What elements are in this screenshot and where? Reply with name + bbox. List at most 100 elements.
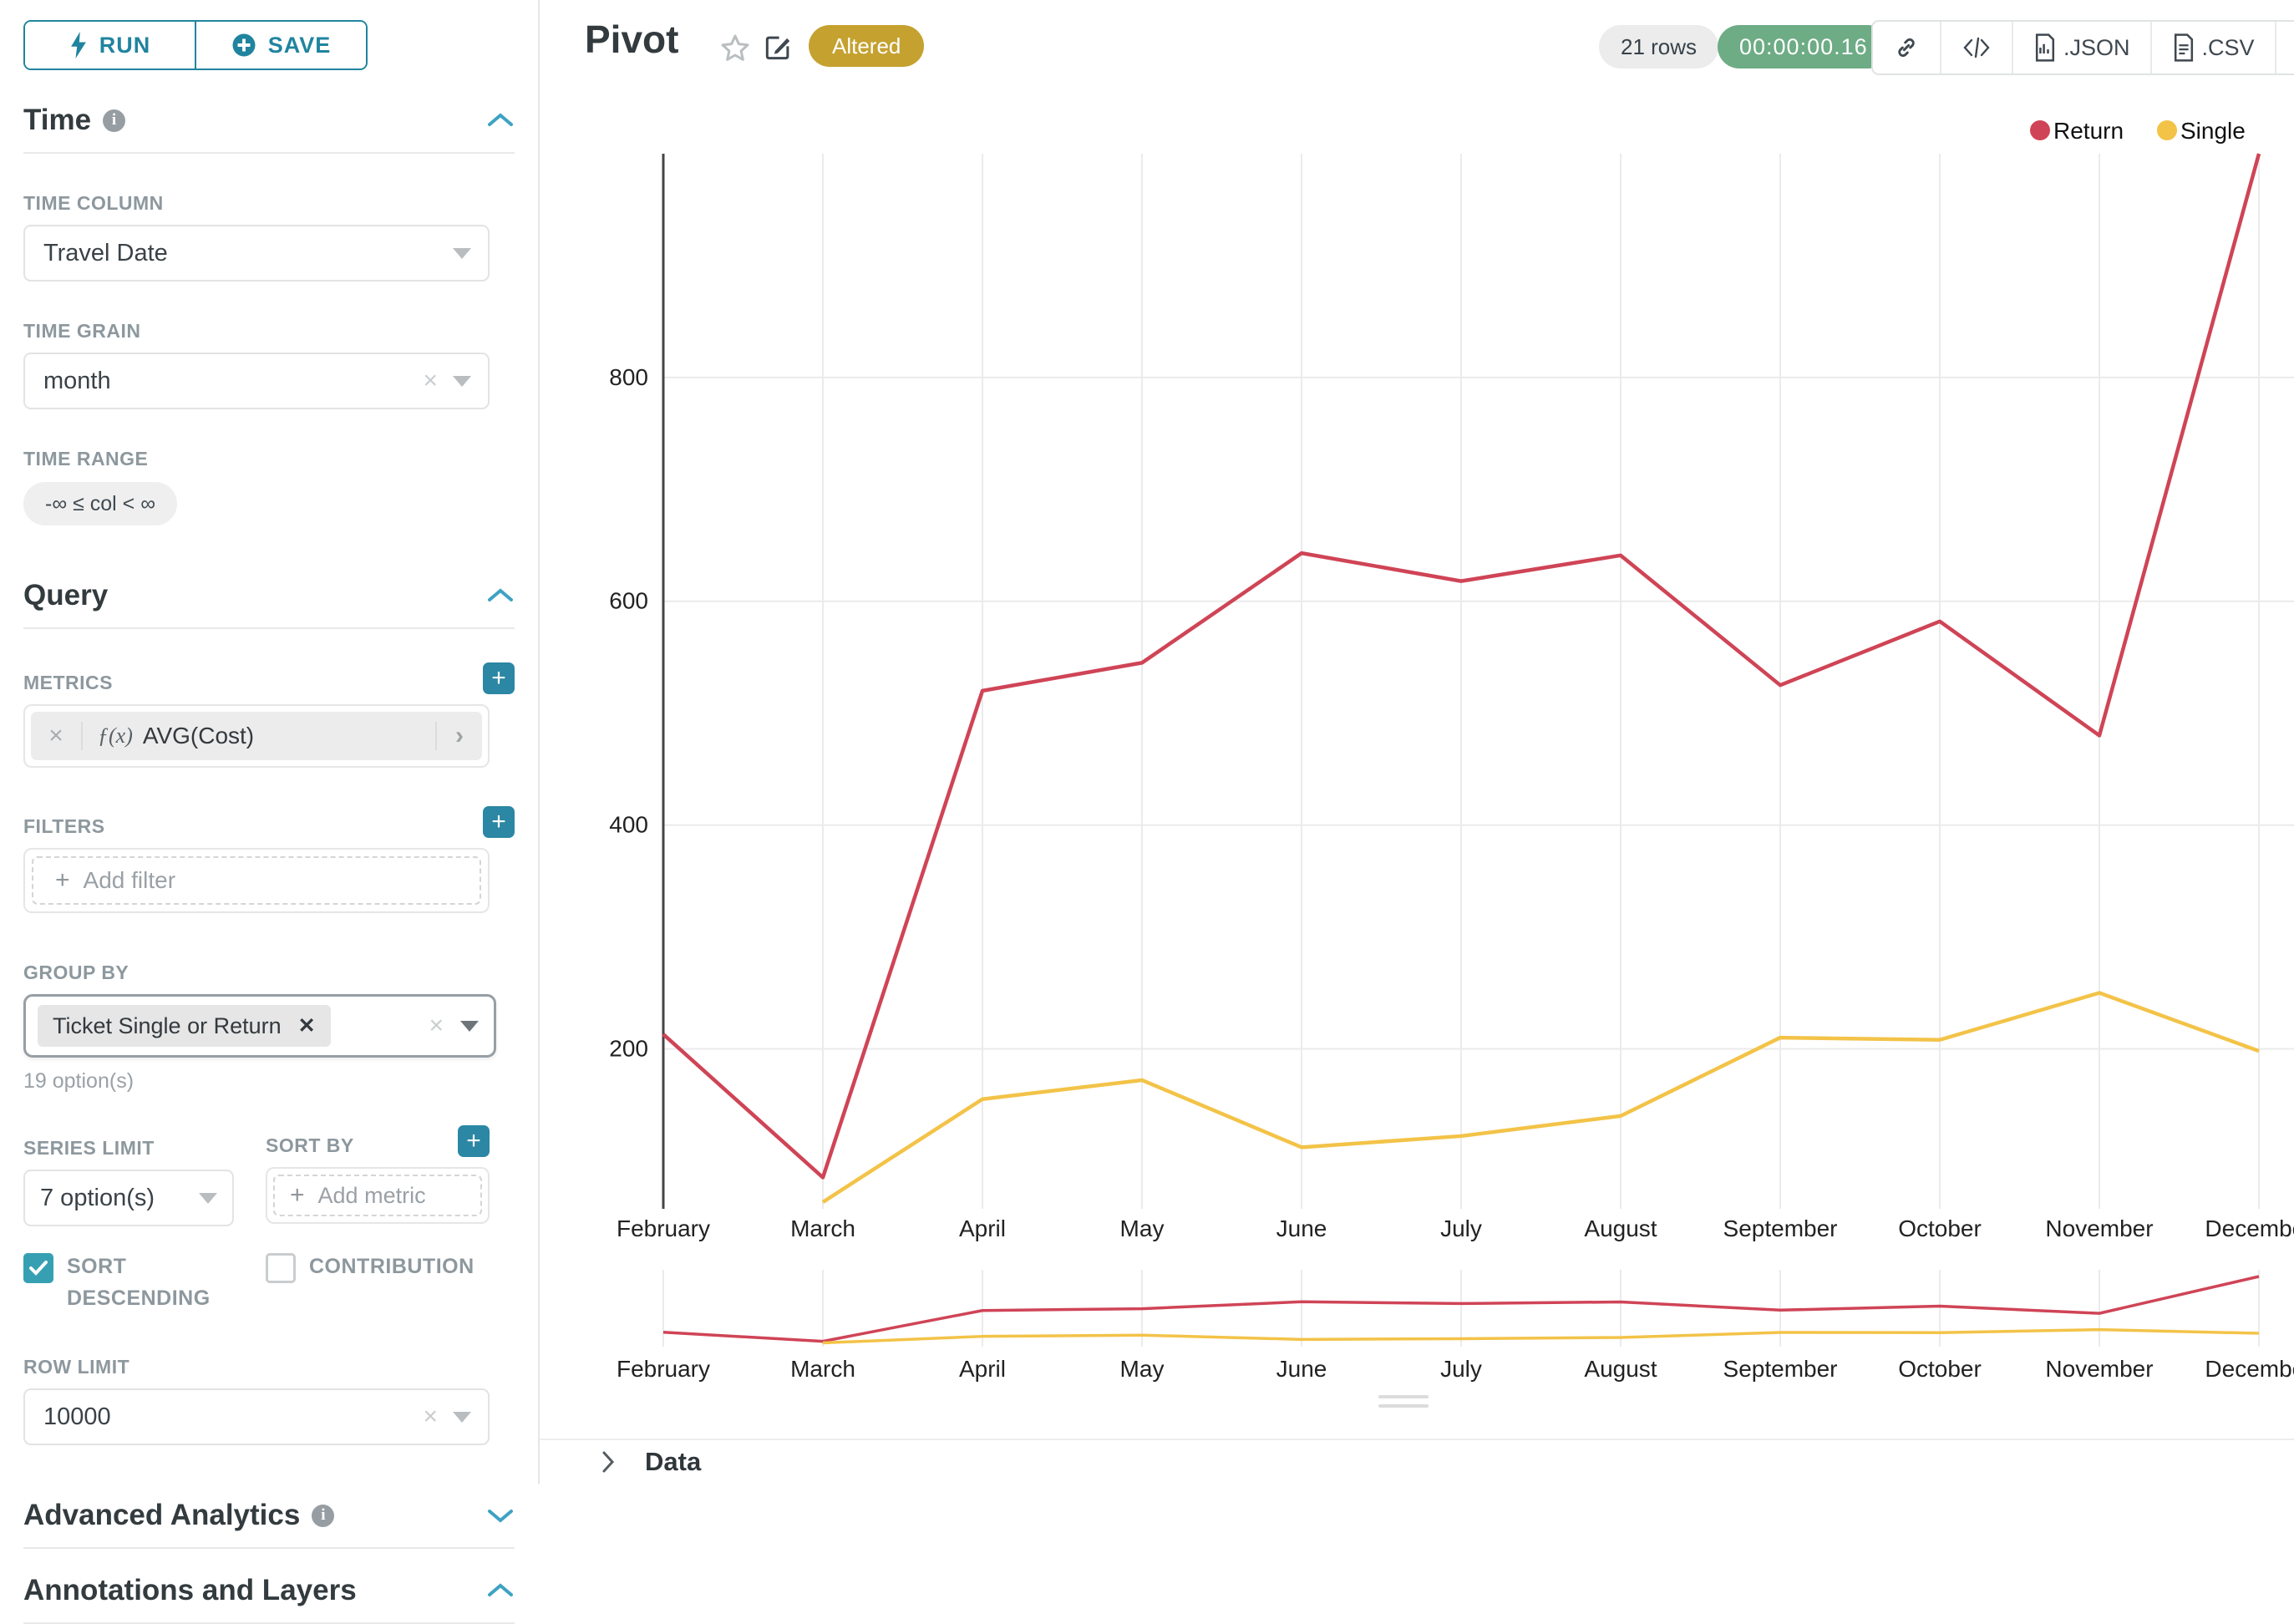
info-icon[interactable]: i <box>103 109 125 132</box>
groupby-label: GROUP BY <box>23 962 515 984</box>
sort-by-label: SORT BY <box>266 1134 354 1157</box>
advanced-analytics-title: Advanced Analytics <box>23 1499 300 1532</box>
add-sort-metric-button[interactable]: + <box>458 1125 490 1157</box>
caret-down-icon <box>453 376 471 387</box>
groupby-tag: Ticket Single or Return ✕ <box>38 1005 331 1047</box>
chevron-up-icon[interactable] <box>486 1581 515 1600</box>
annotations-title: Annotations and Layers <box>23 1574 357 1607</box>
svg-text:March: March <box>790 1356 855 1382</box>
svg-text:200: 200 <box>609 1035 648 1061</box>
time-grain-value: month <box>43 368 111 395</box>
groupby-select[interactable]: Ticket Single or Return ✕ × <box>23 994 496 1058</box>
series-limit-select[interactable]: 7 option(s) <box>23 1170 234 1226</box>
caret-down-icon <box>453 1412 471 1423</box>
add-sort-metric-dropzone[interactable]: + Add metric <box>273 1175 482 1216</box>
chevron-down-icon[interactable] <box>486 1506 515 1525</box>
sort-by-container: + Add metric <box>266 1167 490 1224</box>
caret-down-icon <box>199 1193 217 1204</box>
metric-value: AVG(Cost) <box>143 723 254 749</box>
time-column-value: Travel Date <box>43 240 168 267</box>
metrics-container: × ƒ(x) AVG(Cost) › <box>23 704 490 768</box>
chevron-up-icon[interactable] <box>486 586 515 605</box>
remove-tag-icon[interactable]: ✕ <box>298 1013 316 1038</box>
groupby-options-hint: 19 option(s) <box>23 1069 515 1094</box>
svg-text:December: December <box>2205 1356 2294 1382</box>
chart-panel: Pivot Altered 21 rows 00:00:00.16 .JSON … <box>540 0 2294 1484</box>
svg-text:June: June <box>1276 1215 1327 1241</box>
clear-icon[interactable]: × <box>423 1404 438 1429</box>
svg-text:April: April <box>959 1215 1006 1241</box>
svg-text:May: May <box>1120 1356 1165 1382</box>
add-filter-dropzone[interactable]: + Add filter <box>32 856 481 905</box>
caret-down-icon <box>453 248 471 259</box>
info-icon[interactable]: i <box>312 1505 334 1527</box>
run-button-label: RUN <box>99 33 151 58</box>
contribution-checkbox[interactable] <box>266 1253 296 1283</box>
time-grain-select[interactable]: month × <box>23 353 490 409</box>
svg-text:June: June <box>1276 1356 1327 1382</box>
svg-text:May: May <box>1120 1215 1165 1241</box>
svg-text:August: August <box>1584 1356 1657 1382</box>
svg-text:April: April <box>959 1356 1006 1382</box>
filters-container: + Add filter <box>23 848 490 913</box>
svg-text:March: March <box>790 1215 855 1241</box>
query-section-title: Query <box>23 579 108 612</box>
svg-text:December: December <box>2205 1215 2294 1241</box>
row-limit-select[interactable]: 10000 × <box>23 1388 490 1445</box>
svg-text:800: 800 <box>609 364 648 390</box>
series-limit-value: 7 option(s) <box>40 1185 155 1212</box>
svg-text:November: November <box>2045 1356 2153 1382</box>
control-panel-sidebar: RUN SAVE Time i TIME COLUMN Travel Date … <box>0 0 540 1484</box>
time-range-pill[interactable]: -∞ ≤ col < ∞ <box>23 482 177 525</box>
clear-icon[interactable]: × <box>429 1013 444 1038</box>
svg-text:September: September <box>1723 1356 1838 1382</box>
contribution-label: CONTRIBUTION <box>309 1251 475 1283</box>
save-button-label: SAVE <box>268 33 332 58</box>
resize-drag-handle[interactable] <box>1378 1395 1429 1413</box>
metric-pill[interactable]: × ƒ(x) AVG(Cost) › <box>31 712 482 760</box>
save-button[interactable]: SAVE <box>196 22 366 69</box>
function-icon: ƒ(x) <box>98 723 133 749</box>
plus-circle-icon <box>231 33 256 58</box>
add-filter-button[interactable]: + <box>483 806 515 838</box>
svg-text:October: October <box>1898 1356 1982 1382</box>
sort-descending-label: SORT DESCENDING <box>67 1251 251 1314</box>
time-column-select[interactable]: Travel Date <box>23 225 490 282</box>
svg-text:September: September <box>1723 1215 1838 1241</box>
divider <box>23 1547 515 1549</box>
time-section-title: Time <box>23 104 91 137</box>
lightning-icon <box>69 32 88 58</box>
series-limit-label: SERIES LIMIT <box>23 1137 266 1160</box>
time-grain-label: TIME GRAIN <box>23 320 515 343</box>
filters-label: FILTERS <box>23 815 105 838</box>
check-icon <box>28 1260 48 1276</box>
divider <box>23 152 515 154</box>
remove-metric-icon[interactable]: × <box>31 722 83 750</box>
svg-text:600: 600 <box>609 588 648 614</box>
svg-text:October: October <box>1898 1215 1982 1241</box>
line-chart[interactable]: 200400600800FebruaryFebruaryMarchMarchAp… <box>540 0 2294 1484</box>
add-metric-button[interactable]: + <box>483 662 515 694</box>
expand-metric-icon[interactable]: › <box>435 722 482 750</box>
sort-by-placeholder: Add metric <box>318 1183 426 1209</box>
time-range-label: TIME RANGE <box>23 448 515 470</box>
groupby-tag-label: Ticket Single or Return <box>53 1013 282 1039</box>
svg-text:February: February <box>617 1356 710 1382</box>
svg-text:August: August <box>1584 1215 1657 1241</box>
row-limit-value: 10000 <box>43 1403 111 1431</box>
run-button[interactable]: RUN <box>25 22 196 69</box>
svg-text:July: July <box>1440 1356 1482 1382</box>
caret-down-icon <box>460 1021 479 1032</box>
data-panel-label: Data <box>645 1447 701 1477</box>
data-panel-toggle[interactable]: Data <box>540 1439 2294 1484</box>
plus-icon: + <box>55 866 70 895</box>
clear-icon[interactable]: × <box>423 368 438 393</box>
plus-icon: + <box>290 1181 305 1210</box>
sort-descending-checkbox[interactable] <box>23 1253 53 1283</box>
divider <box>23 627 515 629</box>
metrics-label: METRICS <box>23 672 113 694</box>
query-section-header: Query <box>23 579 515 612</box>
chevron-up-icon[interactable] <box>486 111 515 129</box>
svg-text:February: February <box>617 1215 710 1241</box>
row-limit-label: ROW LIMIT <box>23 1356 515 1378</box>
